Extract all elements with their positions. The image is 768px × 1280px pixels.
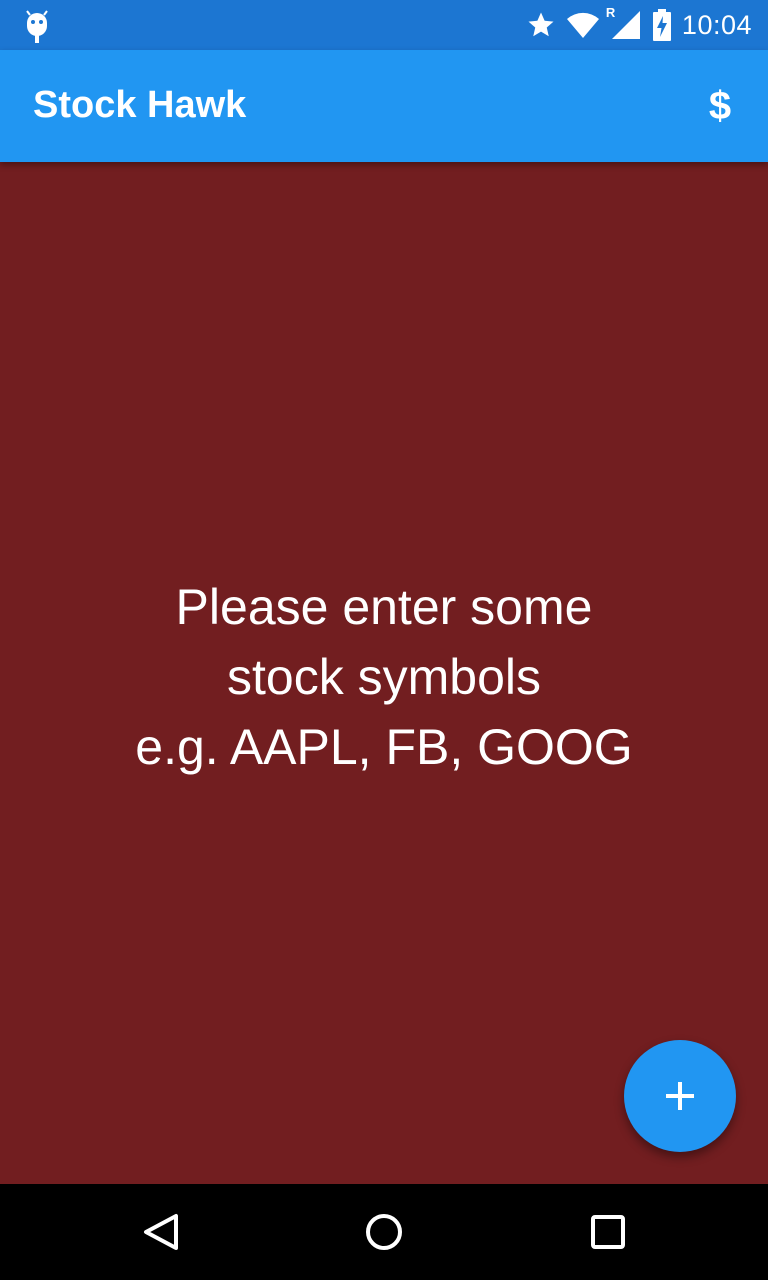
status-bar: R 10:04 xyxy=(0,0,768,50)
wifi-icon xyxy=(566,10,600,40)
dollar-icon[interactable]: $ xyxy=(696,76,744,136)
empty-message-line-1: Please enter some xyxy=(175,579,593,635)
home-icon[interactable] xyxy=(356,1204,412,1260)
app-title: Stock Hawk xyxy=(33,84,247,126)
status-icons: R 10:04 xyxy=(526,0,752,50)
back-icon[interactable] xyxy=(132,1204,188,1260)
app-bar: Stock Hawk $ xyxy=(0,50,768,162)
status-time: 10:04 xyxy=(681,9,752,40)
roaming-indicator: R xyxy=(605,5,616,20)
empty-message-line-2: stock symbols xyxy=(227,649,541,705)
plus-icon xyxy=(666,1082,694,1110)
add-stock-button[interactable] xyxy=(624,1040,736,1152)
stock-list-empty-state: Please enter some stock symbols e.g. AAP… xyxy=(0,162,768,1184)
empty-message: Please enter some stock symbols e.g. AAP… xyxy=(40,572,728,782)
system-nav-bar xyxy=(0,1184,768,1280)
star-icon xyxy=(526,10,556,40)
signal-icon: R xyxy=(606,5,642,41)
recents-icon[interactable] xyxy=(580,1204,636,1260)
android-debug-icon xyxy=(24,9,50,43)
empty-message-line-3: e.g. AAPL, FB, GOOG xyxy=(135,719,633,775)
stock-hawk-screen: R 10:04 Stock Hawk $ Please enter some s… xyxy=(0,0,768,1280)
battery-charging-icon xyxy=(652,9,672,41)
